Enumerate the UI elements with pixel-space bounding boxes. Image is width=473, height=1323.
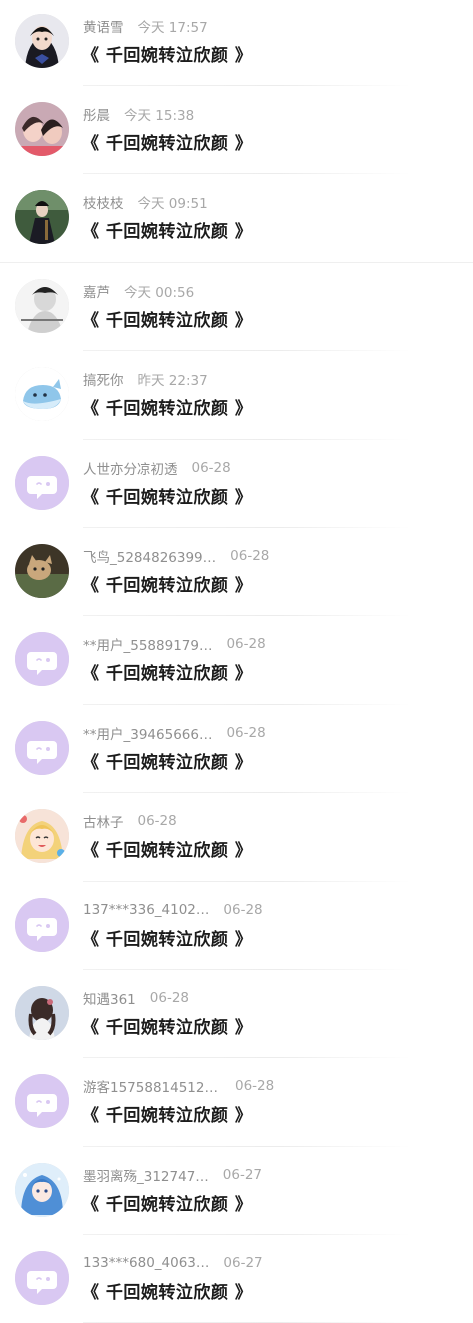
comment-list: 黄语雪 今天 17:57 《 千回婉转泣欣颜 》彤晨 今天 15:38 《 千回婉转泣欣… <box>0 0 473 1323</box>
comment-row[interactable]: 彤晨 今天 15:38 《 千回婉转泣欣颜 》 <box>0 86 473 175</box>
user-avatar[interactable] <box>15 985 69 1040</box>
comment-row[interactable]: 137***336_4102… 06-28 《 千回婉转泣欣颜 》 <box>0 882 473 970</box>
comment-row[interactable]: 枝枝枝 今天 09:51 《 千回婉转泣欣颜 》 <box>0 174 473 263</box>
username[interactable]: 搞死你 <box>83 369 124 389</box>
comment-meta: **用户_39465666… 06-28 <box>83 723 266 743</box>
username[interactable]: **用户_55889179… <box>83 634 212 654</box>
comment-meta: 飞鸟_5284826399… 06-28 <box>83 546 270 566</box>
comment-row[interactable]: 133***680_4063… 06-27 《 千回婉转泣欣颜 》 <box>0 1235 473 1323</box>
comment-row[interactable]: 飞鸟_5284826399… 06-28 《 千回婉转泣欣颜 》 <box>0 528 473 617</box>
default-avatar-chat-icon[interactable] <box>15 632 69 687</box>
comment-row[interactable]: 嘉芦 今天 00:56 《 千回婉转泣欣颜 》 <box>0 263 473 352</box>
comment-meta: 133***680_4063… 06-27 <box>83 1254 263 1272</box>
user-avatar[interactable] <box>15 543 69 598</box>
comment-row[interactable]: 黄语雪 今天 17:57 《 千回婉转泣欣颜 》 <box>0 0 473 86</box>
user-avatar[interactable] <box>15 190 69 245</box>
username[interactable]: 游客1575881451234 <box>83 1076 221 1096</box>
comment-meta: 墨羽离殇_312747… 06-27 <box>83 1165 263 1185</box>
comment-meta: 知遇361 06-28 <box>83 988 190 1008</box>
user-avatar[interactable] <box>15 278 69 333</box>
comment-meta: 人世亦分凉初透 06-28 <box>83 458 231 478</box>
username[interactable]: 133***680_4063… <box>83 1255 209 1271</box>
comment-text: 《 千回婉转泣欣颜 》 <box>82 575 253 596</box>
user-avatar[interactable] <box>15 14 69 68</box>
user-avatar[interactable] <box>15 1162 69 1217</box>
username[interactable]: 黄语雪 <box>83 16 124 36</box>
comment-meta: 黄语雪 今天 17:57 <box>83 16 208 36</box>
username[interactable]: 墨羽离殇_312747… <box>83 1165 209 1185</box>
comment-row[interactable]: 游客1575881451234 06-28 《 千回婉转泣欣颜 》 <box>0 1058 473 1147</box>
username[interactable]: 137***336_4102… <box>83 902 209 918</box>
timestamp: 06-28 <box>149 989 190 1006</box>
username[interactable]: 彤晨 <box>83 104 110 124</box>
username[interactable]: 古林子 <box>83 811 124 831</box>
user-avatar[interactable] <box>15 809 69 864</box>
user-avatar[interactable] <box>15 102 69 156</box>
username[interactable]: 人世亦分凉初透 <box>83 458 178 478</box>
comment-row[interactable]: 知遇361 06-28 《 千回婉转泣欣颜 》 <box>0 970 473 1059</box>
comment-text: 《 千回婉转泣欣颜 》 <box>82 1106 253 1127</box>
timestamp: 06-28 <box>226 636 266 653</box>
timestamp: 今天 00:56 <box>124 284 195 301</box>
comment-row[interactable]: **用户_39465666… 06-28 《 千回婉转泣欣颜 》 <box>0 705 473 794</box>
comment-text: 《 千回婉转泣欣颜 》 <box>82 222 253 243</box>
default-avatar-chat-icon[interactable] <box>15 1074 69 1129</box>
comment-text: 《 千回婉转泣欣颜 》 <box>82 841 253 862</box>
comment-row[interactable]: 搞死你 昨天 22:37 《 千回婉转泣欣颜 》 <box>0 351 473 440</box>
comment-text: 《 千回婉转泣欣颜 》 <box>82 929 253 950</box>
comment-meta: 古林子 06-28 <box>83 811 177 831</box>
default-avatar-chat-icon[interactable] <box>15 1251 69 1306</box>
comment-text: 《 千回婉转泣欣颜 》 <box>82 134 253 154</box>
default-avatar-chat-icon[interactable] <box>15 897 69 952</box>
timestamp: 今天 17:57 <box>137 20 208 36</box>
comment-text: 《 千回婉转泣欣颜 》 <box>82 1194 253 1215</box>
comment-meta: 枝枝枝 今天 09:51 <box>83 192 208 213</box>
timestamp: 06-28 <box>235 1078 275 1095</box>
username[interactable]: 知遇361 <box>83 988 136 1008</box>
username[interactable]: **用户_39465666… <box>83 723 212 743</box>
comment-meta: 137***336_4102… 06-28 <box>83 901 263 919</box>
comment-row[interactable]: 古林子 06-28 《 千回婉转泣欣颜 》 <box>0 793 473 882</box>
comment-meta: 彤晨 今天 15:38 <box>83 104 195 124</box>
username[interactable]: 枝枝枝 <box>83 192 124 212</box>
timestamp: 今天 15:38 <box>124 108 195 124</box>
comment-meta: 嘉芦 今天 00:56 <box>83 281 195 301</box>
comment-row[interactable]: **用户_55889179… 06-28 《 千回婉转泣欣颜 》 <box>0 616 473 705</box>
timestamp: 06-28 <box>137 813 177 830</box>
comment-text: 《 千回婉转泣欣颜 》 <box>82 752 253 773</box>
timestamp: 昨天 22:37 <box>137 373 208 390</box>
timestamp: 06-28 <box>223 901 263 918</box>
comment-text: 《 千回婉转泣欣颜 》 <box>82 487 253 508</box>
timestamp: 06-27 <box>222 1166 263 1183</box>
comment-text: 《 千回婉转泣欣颜 》 <box>82 46 253 66</box>
default-avatar-chat-icon[interactable] <box>15 720 69 775</box>
timestamp: 06-27 <box>223 1255 263 1272</box>
comment-text: 《 千回婉转泣欣颜 》 <box>82 310 253 331</box>
comment-meta: **用户_55889179… 06-28 <box>83 634 266 654</box>
comment-text: 《 千回婉转泣欣颜 》 <box>82 1017 253 1038</box>
username[interactable]: 嘉芦 <box>83 281 110 301</box>
comment-meta: 搞死你 昨天 22:37 <box>83 369 208 390</box>
timestamp: 06-28 <box>191 459 231 476</box>
comment-row[interactable]: 墨羽离殇_312747… 06-27 《 千回婉转泣欣颜 》 <box>0 1147 473 1236</box>
comment-row[interactable]: 人世亦分凉初透 06-28 《 千回婉转泣欣颜 》 <box>0 440 473 528</box>
comment-meta: 游客1575881451234 06-28 <box>83 1076 275 1096</box>
comment-text: 《 千回婉转泣欣颜 》 <box>82 399 253 420</box>
username[interactable]: 飞鸟_5284826399… <box>83 546 216 566</box>
timestamp: 06-28 <box>230 547 270 564</box>
timestamp: 今天 09:51 <box>137 196 208 213</box>
comment-text: 《 千回婉转泣欣颜 》 <box>82 664 253 685</box>
comment-text: 《 千回婉转泣欣颜 》 <box>82 1283 253 1304</box>
timestamp: 06-28 <box>226 724 266 741</box>
user-avatar[interactable] <box>15 367 69 422</box>
default-avatar-chat-icon[interactable] <box>15 455 69 510</box>
